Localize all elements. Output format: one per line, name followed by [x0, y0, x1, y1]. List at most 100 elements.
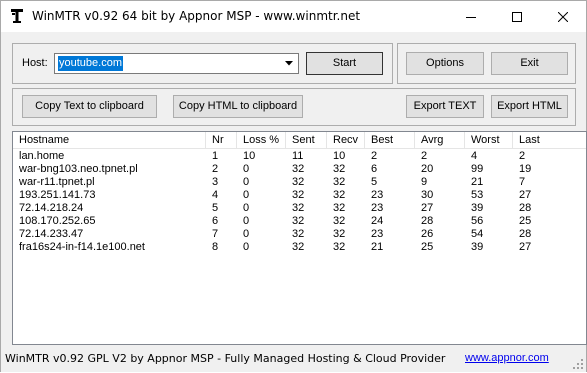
cell-best: 2: [371, 150, 378, 162]
exit-button[interactable]: Exit: [491, 52, 568, 75]
cell-nr: 2: [212, 163, 219, 175]
cell-last: 25: [519, 215, 532, 227]
copy-text-button[interactable]: Copy Text to clipboard: [22, 95, 157, 118]
table-row[interactable]: war-r11.tpnet.pl 3 0 32 32 5 9 21 7: [13, 176, 586, 189]
cell-recv: 32: [333, 241, 346, 253]
cell-loss: 0: [243, 163, 250, 175]
cell-worst: 39: [471, 202, 484, 214]
export-html-button[interactable]: Export HTML: [491, 95, 568, 118]
cell-sent: 32: [292, 228, 305, 240]
cell-loss: 0: [243, 189, 250, 201]
table-row[interactable]: lan.home 1 10 11 10 2 2 4 2: [13, 150, 586, 163]
cell-loss: 0: [243, 176, 250, 188]
cell-nr: 6: [212, 215, 219, 227]
copy-html-button[interactable]: Copy HTML to clipboard: [173, 95, 303, 118]
cell-hostname: 72.14.233.47: [19, 228, 84, 240]
cell-hostname: 108.170.252.65: [19, 215, 96, 227]
column-header-sent[interactable]: Sent: [286, 132, 327, 149]
cell-recv: 32: [333, 189, 346, 201]
column-header-nr[interactable]: Nr: [206, 132, 237, 149]
cell-last: 28: [519, 228, 532, 240]
winmtr-window: WinMTR v0.92 64 bit by Appnor MSP - www.…: [0, 0, 587, 372]
host-combobox[interactable]: youtube.com: [54, 53, 299, 74]
cell-best: 5: [371, 176, 378, 188]
cell-worst: 21: [471, 176, 484, 188]
export-text-button[interactable]: Export TEXT: [406, 95, 484, 118]
table-row[interactable]: 72.14.218.24 5 0 32 32 23 27 39 28: [13, 202, 586, 215]
column-header-best[interactable]: Best: [365, 132, 415, 149]
appnor-link[interactable]: www.appnor.com: [465, 352, 549, 364]
cell-nr: 7: [212, 228, 219, 240]
cell-worst: 39: [471, 241, 484, 253]
cell-hostname: 193.251.141.73: [19, 189, 96, 201]
cell-sent: 32: [292, 241, 305, 253]
cell-hostname: lan.home: [19, 150, 65, 162]
cell-last: 7: [519, 176, 526, 188]
list-header: Hostname Nr Loss % Sent Recv Best Avrg W…: [13, 132, 586, 149]
close-icon: [558, 11, 568, 22]
table-row[interactable]: fra16s24-in-f14.1e100.net 8 0 32 32 21 25 39 27: [13, 241, 586, 254]
cell-loss: 0: [243, 228, 250, 240]
status-bar: WinMTR v0.92 GPL V2 by Appnor MSP - Full…: [1, 348, 586, 372]
results-list[interactable]: Hostname Nr Loss % Sent Recv Best Avrg W…: [12, 131, 587, 345]
cell-nr: 4: [212, 189, 219, 201]
cell-avrg: 28: [421, 215, 434, 227]
dropdown-button[interactable]: [281, 55, 297, 72]
column-header-worst[interactable]: Worst: [465, 132, 513, 149]
cell-avrg: 30: [421, 189, 434, 201]
cell-avrg: 9: [421, 176, 428, 188]
maximize-icon: [512, 11, 522, 22]
start-button[interactable]: Start: [306, 52, 383, 75]
cell-sent: 32: [292, 163, 305, 175]
table-row[interactable]: 108.170.252.65 6 0 32 32 24 28 56 25: [13, 215, 586, 228]
cell-worst: 54: [471, 228, 484, 240]
cell-hostname: 72.14.218.24: [19, 202, 84, 214]
cell-hostname: fra16s24-in-f14.1e100.net: [19, 241, 145, 253]
minimize-icon: [466, 16, 476, 18]
minimize-button[interactable]: [448, 1, 494, 32]
cell-sent: 11: [292, 150, 304, 162]
cell-best: 23: [371, 202, 384, 214]
cell-nr: 1: [212, 150, 219, 162]
cell-avrg: 25: [421, 241, 434, 253]
chevron-down-icon: [285, 61, 293, 66]
cell-sent: 32: [292, 215, 305, 227]
cell-nr: 8: [212, 241, 219, 253]
resize-grip-icon[interactable]: [572, 358, 584, 370]
window-title: WinMTR v0.92 64 bit by Appnor MSP - www.…: [32, 9, 361, 23]
cell-last: 2: [519, 150, 526, 162]
table-row[interactable]: war-bng103.neo.tpnet.pl 2 0 32 32 6 20 99 19: [13, 163, 586, 176]
cell-recv: 32: [333, 202, 346, 214]
cell-avrg: 26: [421, 228, 434, 240]
column-header-hostname[interactable]: Hostname: [13, 132, 206, 149]
title-bar[interactable]: WinMTR v0.92 64 bit by Appnor MSP - www.…: [1, 1, 586, 32]
host-label: Host:: [22, 57, 48, 69]
column-header-last[interactable]: Last: [513, 132, 586, 149]
cell-worst: 53: [471, 189, 484, 201]
cell-best: 6: [371, 163, 378, 175]
cell-hostname: war-bng103.neo.tpnet.pl: [19, 163, 138, 175]
maximize-button[interactable]: [494, 1, 540, 32]
status-text: WinMTR v0.92 GPL V2 by Appnor MSP - Full…: [5, 352, 446, 365]
cell-recv: 32: [333, 176, 346, 188]
column-header-recv[interactable]: Recv: [327, 132, 365, 149]
table-row[interactable]: 72.14.233.47 7 0 32 32 23 26 54 28: [13, 228, 586, 241]
cell-sent: 32: [292, 202, 305, 214]
cell-sent: 32: [292, 176, 305, 188]
cell-sent: 32: [292, 189, 305, 201]
cell-loss: 0: [243, 202, 250, 214]
cell-best: 23: [371, 189, 384, 201]
cell-last: 27: [519, 241, 532, 253]
cell-best: 21: [371, 241, 384, 253]
cell-worst: 4: [471, 150, 478, 162]
options-button[interactable]: Options: [406, 52, 484, 75]
close-button[interactable]: [540, 1, 586, 32]
cell-last: 19: [519, 163, 532, 175]
cell-last: 28: [519, 202, 532, 214]
cell-loss: 0: [243, 215, 250, 227]
column-header-loss[interactable]: Loss %: [237, 132, 286, 149]
host-input-value[interactable]: youtube.com: [58, 56, 123, 71]
column-header-avrg[interactable]: Avrg: [415, 132, 465, 149]
table-row[interactable]: 193.251.141.73 4 0 32 32 23 30 53 27: [13, 189, 586, 202]
cell-recv: 32: [333, 215, 346, 227]
